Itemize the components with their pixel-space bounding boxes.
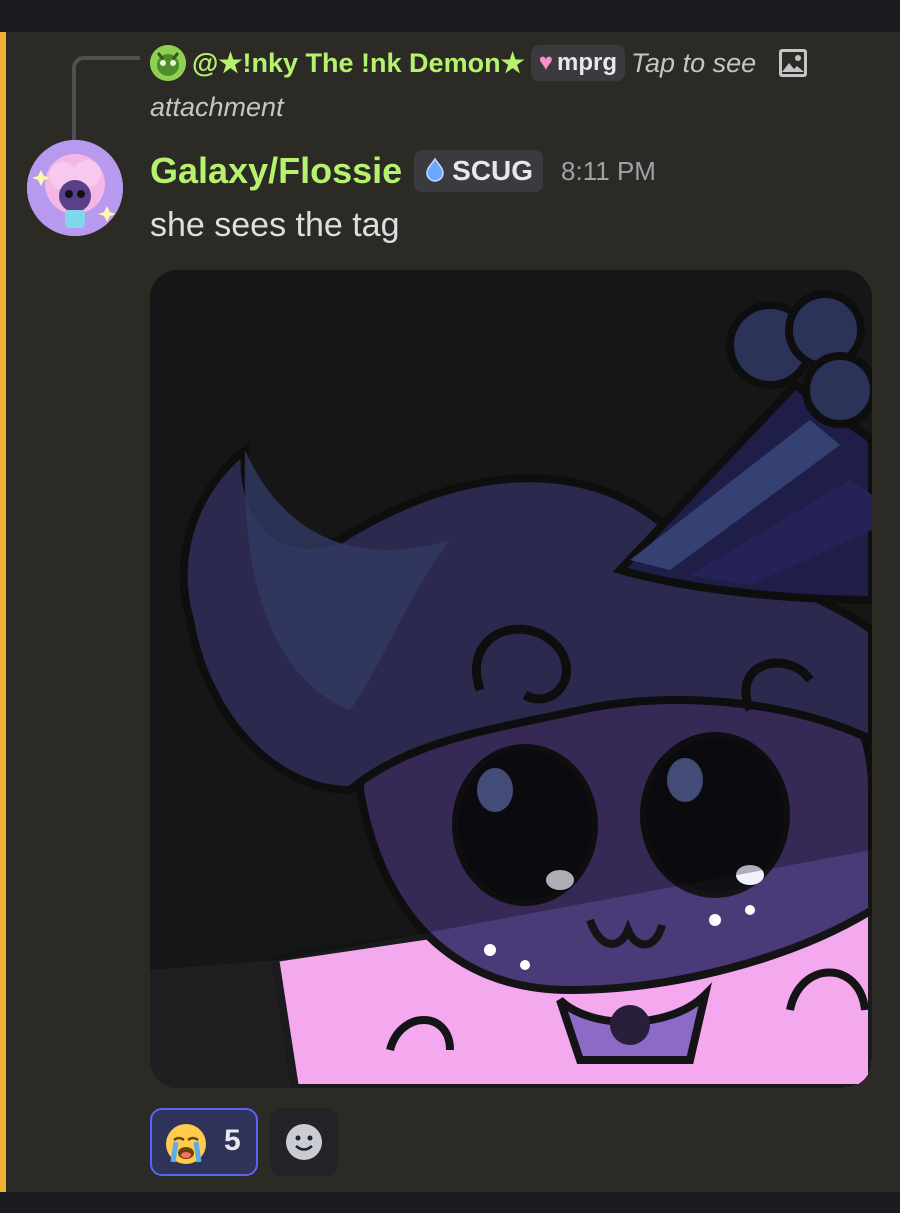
mention-highlight-bar: [0, 32, 6, 1192]
author-avatar[interactable]: [27, 140, 123, 236]
reaction-count: 5: [224, 1124, 241, 1157]
reply-connector: [72, 56, 140, 140]
image-attachment[interactable]: [150, 270, 872, 1088]
reaction-button[interactable]: 5: [150, 1108, 258, 1176]
drop-icon: [422, 152, 448, 194]
reply-tag-label: mprg: [557, 48, 618, 76]
reply-preview-text-1[interactable]: Tap to see: [631, 48, 756, 78]
loudly-crying-face-icon: [164, 1122, 208, 1166]
message-content: she sees the tag: [150, 206, 400, 244]
heart-icon: ♥: [538, 48, 554, 76]
author-name[interactable]: Galaxy/Flossie: [150, 150, 402, 191]
reply-author-name[interactable]: @★!nky The !nk Demon★: [192, 48, 525, 78]
author-tag-label: SCUG: [452, 155, 534, 186]
smiley-icon: [286, 1124, 322, 1160]
image-icon: [778, 48, 808, 78]
reply-preview[interactable]: @★!nky The !nk Demon★ ♥ mprg Tap to see att…: [150, 40, 870, 128]
message-header: Galaxy/Flossie SCUG 8:11 PM: [150, 144, 656, 198]
bottom-bar: [0, 1192, 900, 1213]
message-item[interactable]: @★!nky The !nk Demon★ ♥ mprg Tap to see att…: [0, 32, 900, 1192]
reply-preview-text-2[interactable]: attachment: [150, 92, 284, 122]
reply-author-tag: ♥ mprg: [530, 44, 626, 81]
reply-author-avatar[interactable]: [150, 44, 186, 81]
author-tag: SCUG: [414, 150, 544, 194]
add-reaction-button[interactable]: [270, 1108, 338, 1176]
timestamp: 8:11 PM: [561, 156, 656, 186]
top-bar: [0, 0, 900, 32]
